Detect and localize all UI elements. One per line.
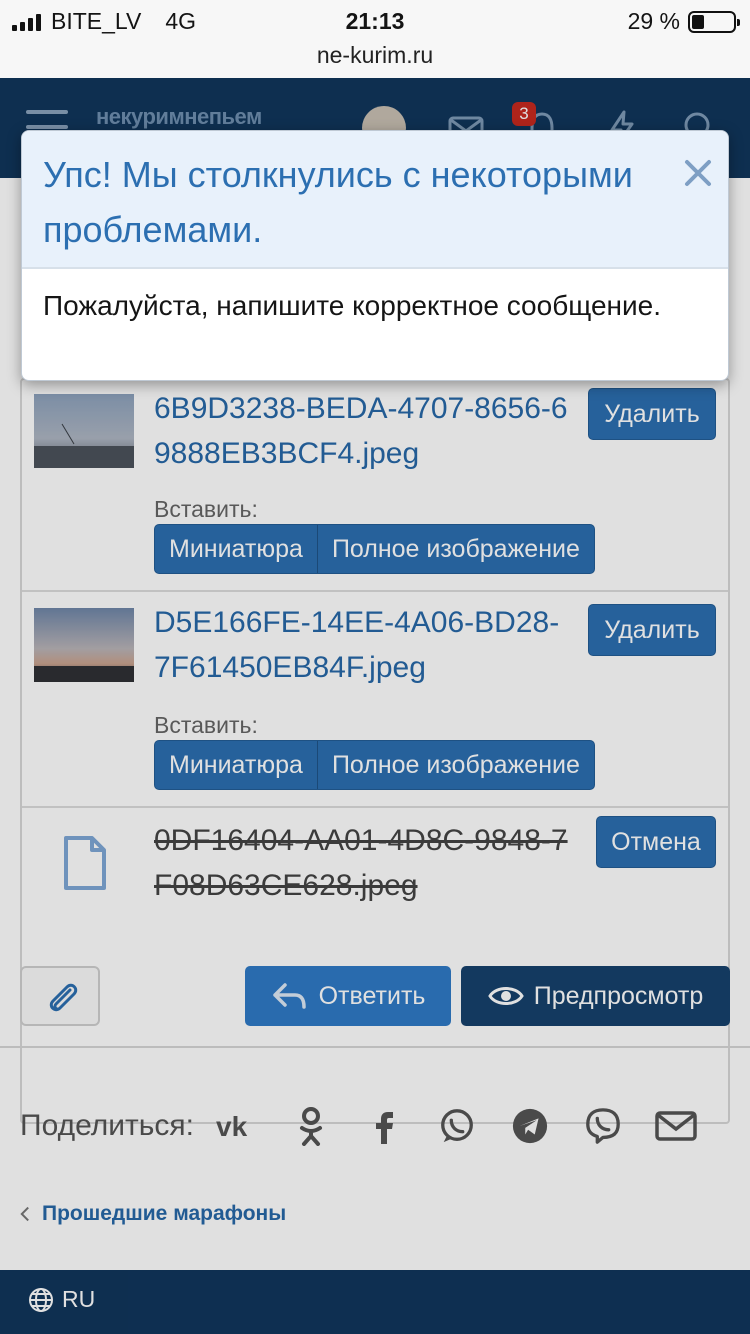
battery-percent: 29 %	[627, 8, 680, 34]
dialog-header: Упс! Мы столкнулись с некоторыми проблем…	[22, 131, 728, 269]
error-dialog: Упс! Мы столкнулись с некоторыми проблем…	[21, 130, 729, 381]
address-url[interactable]: ne-kurim.ru	[0, 42, 750, 69]
dialog-title: Упс! Мы столкнулись с некоторыми проблем…	[43, 154, 633, 250]
status-bar: BITE_LV 4G 21:13 29 % ne-kurim.ru	[0, 0, 750, 78]
close-icon[interactable]	[680, 155, 716, 191]
battery-icon	[688, 10, 740, 33]
dialog-message: Пожалуйста, напишите корректное сообщени…	[43, 290, 661, 321]
battery-status: 29 %	[627, 8, 740, 35]
